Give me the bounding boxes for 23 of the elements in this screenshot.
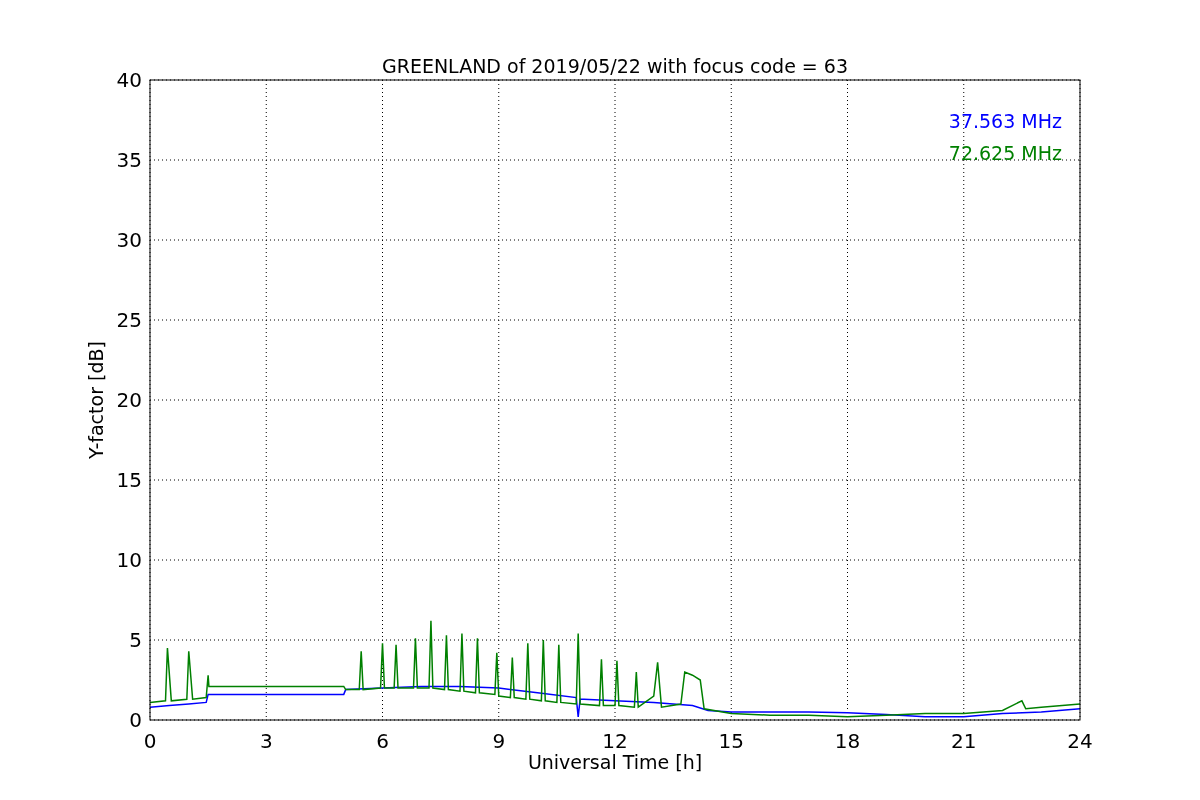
x-tick-label: 15 [718, 729, 744, 753]
y-tick-label: 20 [116, 388, 142, 412]
y-tick-label: 35 [116, 148, 142, 172]
y-tick-label: 10 [116, 548, 142, 572]
x-axis-label: Universal Time [h] [527, 751, 703, 773]
chart-title: GREENLAND of 2019/05/22 with focus code = 63 [382, 55, 848, 77]
x-tick-label: 24 [1067, 729, 1093, 753]
x-tick-label: 3 [259, 729, 273, 753]
x-tick-label: 21 [951, 729, 977, 753]
x-tick-label: 12 [602, 729, 628, 753]
x-tick-label: 9 [492, 729, 506, 753]
y-tick-label: 40 [116, 68, 142, 92]
y-tick-label: 5 [129, 628, 142, 652]
x-tick-label: 18 [834, 729, 861, 753]
y-tick-label: 30 [116, 228, 142, 252]
x-tick-label: 0 [143, 729, 157, 753]
y-axis-label: Y-factor [dB] [85, 341, 107, 459]
y-tick-label: 15 [116, 468, 142, 492]
legend-label: 37.563 MHz [948, 110, 1062, 132]
x-tick-label: 6 [376, 729, 389, 753]
y-tick-label: 0 [129, 708, 142, 732]
y-tick-label: 25 [116, 308, 142, 332]
legend-label: 72.625 MHz [948, 142, 1062, 164]
